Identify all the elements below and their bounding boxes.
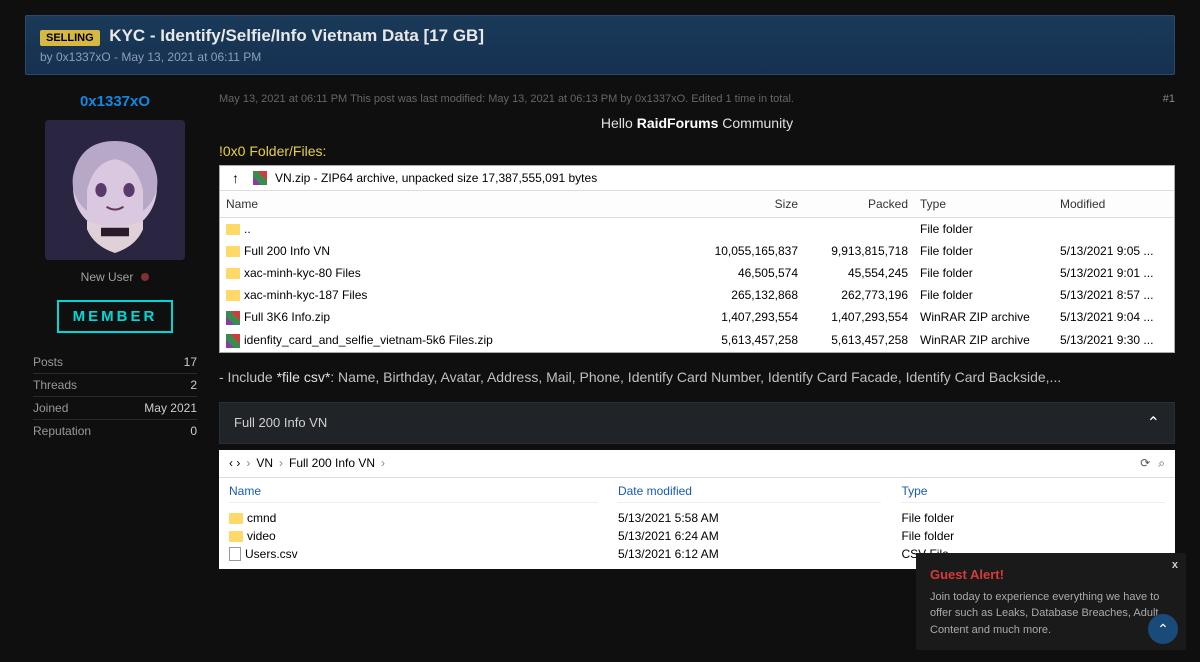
- search-icon[interactable]: ⌕: [1158, 456, 1165, 471]
- explorer-row[interactable]: video: [229, 527, 598, 545]
- stat-threads: Threads2: [33, 373, 197, 396]
- winrar-icon: [253, 171, 267, 185]
- avatar[interactable]: [45, 120, 185, 260]
- explorer-col-date[interactable]: Date modified: [618, 484, 882, 503]
- user-rank: New User: [25, 270, 205, 284]
- folder-icon: [226, 246, 240, 257]
- explorer-col-name[interactable]: Name: [229, 484, 598, 503]
- archive-columns: Name Size Packed Type Modified: [220, 191, 1174, 218]
- status-dot-icon: [141, 273, 149, 281]
- archive-row[interactable]: Full 3K6 Info.zip1,407,293,5541,407,293,…: [220, 306, 1174, 329]
- folder-icon: [229, 513, 243, 524]
- chevron-up-icon: ⌃: [1147, 413, 1160, 433]
- zip-icon: [226, 334, 240, 348]
- zip-icon: [226, 311, 240, 325]
- user-sidebar: 0x1337xO New User MEMBER Pos: [25, 93, 205, 569]
- thread-tag: SELLING: [40, 30, 100, 46]
- file-icon: [229, 547, 241, 561]
- member-badge: MEMBER: [57, 300, 174, 333]
- thread-header: SELLING KYC - Identify/Selfie/Info Vietn…: [25, 15, 1175, 75]
- folder-icon: [226, 224, 240, 235]
- archive-row[interactable]: xac-minh-kyc-187 Files265,132,868262,773…: [220, 284, 1174, 306]
- post-meta: May 13, 2021 at 06:11 PM This post was l…: [219, 93, 794, 105]
- alert-body: Join today to experience everything we h…: [930, 589, 1172, 639]
- avatar-image: [45, 120, 185, 260]
- up-button[interactable]: ↑: [226, 170, 245, 186]
- archive-row[interactable]: idenfity_card_and_selfie_vietnam-5k6 Fil…: [220, 329, 1174, 352]
- folder-icon: [226, 268, 240, 279]
- refresh-icon[interactable]: ⟳: [1140, 456, 1150, 471]
- breadcrumb[interactable]: ‹ ››VN›Full 200 Info VN›: [229, 456, 391, 470]
- archive-listing: ↑ VN.zip - ZIP64 archive, unpacked size …: [219, 165, 1175, 353]
- scroll-top-button[interactable]: ⌃: [1148, 614, 1178, 644]
- archive-title: VN.zip - ZIP64 archive, unpacked size 17…: [275, 171, 597, 185]
- archive-row[interactable]: ..File folder: [220, 218, 1174, 240]
- explorer-row[interactable]: Users.csv: [229, 545, 598, 564]
- accordion-header[interactable]: Full 200 Info VN ⌃: [219, 402, 1175, 444]
- archive-row[interactable]: Full 200 Info VN10,055,165,8379,913,815,…: [220, 240, 1174, 262]
- thread-byline: by 0x1337xO - May 13, 2021 at 06:11 PM: [40, 50, 1160, 64]
- thread-title: KYC - Identify/Selfie/Info Vietnam Data …: [109, 26, 484, 45]
- stat-reputation: Reputation0: [33, 419, 197, 442]
- folder-icon: [229, 531, 243, 542]
- folder-icon: [226, 290, 240, 301]
- explorer-col-type[interactable]: Type: [901, 484, 1165, 503]
- include-description: - Include *file csv*: Name, Birthday, Av…: [219, 367, 1175, 388]
- stat-joined: JoinedMay 2021: [33, 396, 197, 419]
- folder-files-label: !0x0 Folder/Files:: [219, 143, 1175, 159]
- explorer-listing: ‹ ››VN›Full 200 Info VN› ⟳ ⌕ Name cmndvi…: [219, 450, 1175, 570]
- alert-title: Guest Alert!: [930, 565, 1172, 585]
- username-link[interactable]: 0x1337xO: [25, 93, 205, 110]
- archive-row[interactable]: xac-minh-kyc-80 Files46,505,57445,554,24…: [220, 262, 1174, 284]
- greeting: Hello RaidForums Community: [219, 115, 1175, 131]
- post-number[interactable]: #1: [1163, 93, 1175, 105]
- guest-alert: x Guest Alert! Join today to experience …: [916, 553, 1186, 650]
- close-icon[interactable]: x: [1172, 557, 1178, 574]
- stat-posts: Posts17: [33, 351, 197, 373]
- explorer-row[interactable]: cmnd: [229, 509, 598, 527]
- accordion-title: Full 200 Info VN: [234, 415, 327, 430]
